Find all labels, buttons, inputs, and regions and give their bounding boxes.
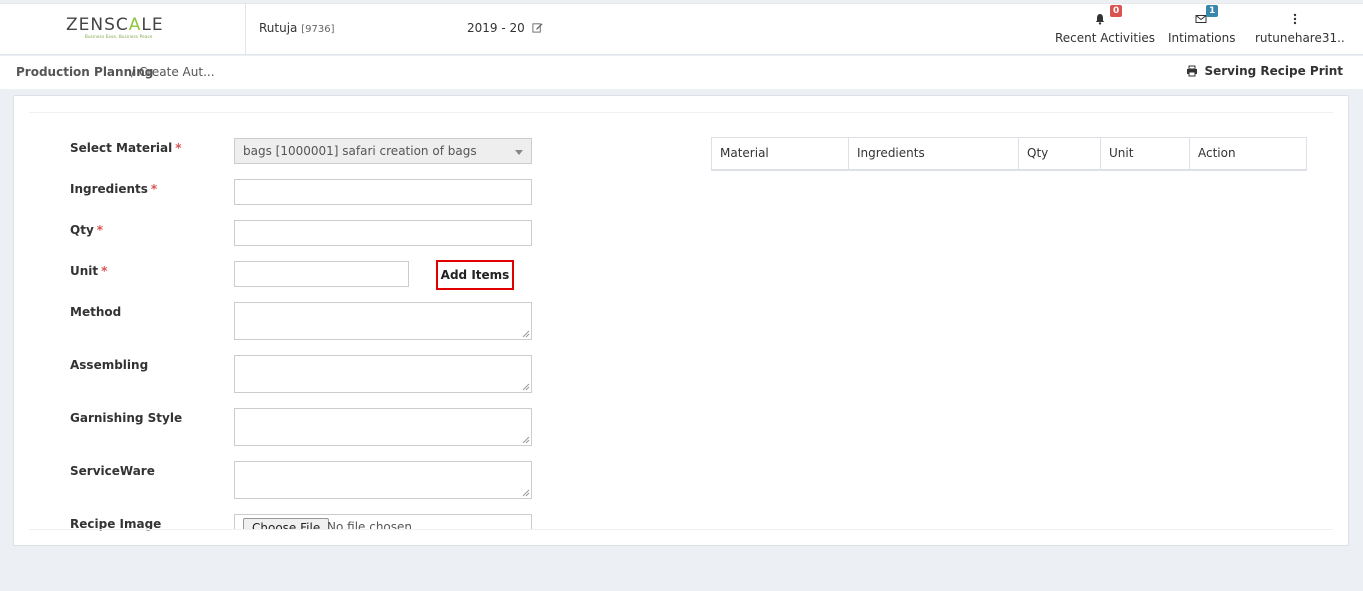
column-header-action: Action bbox=[1198, 146, 1236, 161]
required-mark: * bbox=[150, 182, 158, 196]
choose-file-button[interactable]: Choose File bbox=[243, 518, 330, 529]
add-items-button[interactable]: Add Items bbox=[436, 260, 514, 290]
label-text: Unit bbox=[70, 264, 99, 278]
required-mark: * bbox=[101, 264, 108, 278]
column-header-qty: Qty bbox=[1018, 137, 1101, 170]
qty-input[interactable] bbox=[234, 220, 532, 246]
serving-recipe-print-button[interactable]: Serving Recipe Print bbox=[1186, 64, 1343, 78]
activities-label: Recent Activities bbox=[1055, 31, 1156, 45]
divider bbox=[29, 529, 1333, 530]
logo-text-part: LE bbox=[141, 15, 164, 35]
kebab-menu-icon bbox=[1293, 13, 1297, 25]
select-material-dropdown[interactable]: bags [1000001] safari creation of bags bbox=[234, 138, 532, 164]
table-header-row: Material Ingredients Qty Unit Action bbox=[711, 137, 1307, 170]
logo-container[interactable]: ZENSCALE Business Ease, Business Peace bbox=[0, 4, 246, 55]
assembling-label: Assembling bbox=[70, 358, 149, 372]
label-text: Ingredients bbox=[70, 182, 148, 196]
print-label: Serving Recipe Print bbox=[1204, 64, 1343, 78]
resize-grip-icon[interactable] bbox=[522, 436, 530, 444]
activities-badge: 0 bbox=[1110, 5, 1123, 17]
envelope-icon bbox=[1195, 15, 1206, 23]
ingredients-label: Ingredients * bbox=[70, 182, 157, 196]
ingredients-input[interactable] bbox=[234, 179, 532, 205]
select-material-value: bags [1000001] safari creation of bags bbox=[243, 144, 477, 158]
unit-input[interactable] bbox=[234, 261, 409, 287]
user-menu-label: rutunehare31.. bbox=[1255, 31, 1345, 45]
intimations-label: Intimations bbox=[1168, 31, 1236, 45]
nav-intimations[interactable]: 1 Intimations bbox=[1168, 4, 1236, 54]
financial-year-label: 2019 - 20 bbox=[467, 21, 525, 35]
method-label: Method bbox=[70, 305, 122, 319]
logo-tagline: Business Ease, Business Peace bbox=[85, 34, 153, 39]
nav-user-menu[interactable]: rutunehare31.. bbox=[1255, 4, 1345, 54]
recipe-image-file-input[interactable]: Choose File No file chosen bbox=[234, 514, 532, 529]
column-header-ingredients: Ingredients bbox=[848, 137, 1019, 170]
user-id: [9736] bbox=[301, 24, 335, 35]
serviceware-label: ServiceWare bbox=[70, 464, 155, 478]
logo-text-accent: A bbox=[128, 15, 142, 35]
column-header-material: Material bbox=[711, 137, 849, 170]
serviceware-textarea[interactable] bbox=[234, 461, 532, 499]
bell-icon bbox=[1095, 14, 1105, 25]
resize-grip-icon[interactable] bbox=[522, 330, 530, 338]
qty-label: Qty * bbox=[70, 223, 103, 237]
required-mark: * bbox=[175, 141, 182, 155]
garnishing-style-textarea[interactable] bbox=[234, 408, 532, 446]
file-status-text: No file chosen bbox=[327, 520, 413, 529]
top-navbar: ZENSCALE Business Ease, Business Peace R… bbox=[0, 3, 1363, 55]
app-logo[interactable]: ZENSCALE bbox=[66, 15, 164, 35]
label-text: Select Material bbox=[70, 141, 173, 155]
column-header-unit: Unit bbox=[1100, 137, 1190, 170]
required-mark: * bbox=[96, 223, 104, 237]
unit-label: Unit * bbox=[70, 264, 107, 278]
items-table: Material Ingredients Qty Unit Action bbox=[711, 137, 1307, 171]
logo-text-part: ZENSC bbox=[66, 15, 129, 35]
intimations-badge: 1 bbox=[1206, 5, 1219, 17]
garnishing-style-label: Garnishing Style bbox=[70, 411, 183, 425]
chevron-down-icon bbox=[515, 150, 523, 155]
method-textarea[interactable] bbox=[234, 302, 532, 340]
assembling-textarea[interactable] bbox=[234, 355, 532, 393]
breadcrumb: Production Planning / Create Aut... Serv… bbox=[0, 56, 1363, 89]
user-name: Rutuja bbox=[259, 21, 298, 35]
label-text: Qty bbox=[70, 223, 94, 237]
divider bbox=[29, 112, 1333, 113]
print-icon bbox=[1187, 65, 1198, 77]
resize-grip-icon[interactable] bbox=[522, 489, 530, 497]
recipe-form-panel: Select Material * bags [1000001] safari c… bbox=[13, 95, 1349, 546]
nav-recent-activities[interactable]: 0 Recent Activities bbox=[1055, 4, 1156, 54]
edit-icon[interactable] bbox=[532, 22, 543, 33]
breadcrumb-current-page: / Create Aut... bbox=[131, 65, 215, 79]
financial-year[interactable]: 2019 - 20 bbox=[467, 21, 543, 35]
select-material-label: Select Material * bbox=[70, 141, 182, 155]
current-user: Rutuja [9736] bbox=[259, 21, 335, 35]
resize-grip-icon[interactable] bbox=[522, 383, 530, 391]
